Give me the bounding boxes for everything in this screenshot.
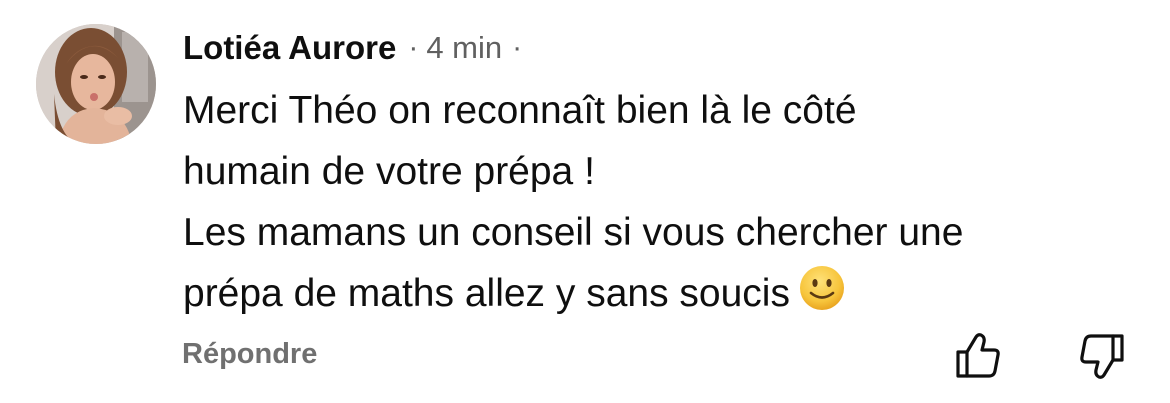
comment-meta: Lotiéa Aurore · 4 min ·: [183, 26, 522, 70]
comment-line-text: prépa de maths allez y sans soucis: [183, 272, 790, 315]
slightly-smiling-face-icon: [798, 264, 846, 330]
meta-separator: ·: [408, 31, 419, 64]
avatar[interactable]: [36, 24, 156, 144]
author-name[interactable]: Lotiéa Aurore: [183, 29, 396, 67]
comment-body: Merci Théo on reconnaît bien là le côté …: [183, 80, 1133, 330]
comment-timestamp: 4 min: [426, 30, 503, 65]
reply-button[interactable]: Répondre: [182, 338, 317, 371]
thumbs-up-icon: [952, 330, 1004, 382]
thumbs-down-icon: [1076, 330, 1128, 382]
comment-card: Lotiéa Aurore · 4 min · Merci Théo on re…: [0, 0, 1170, 403]
meta-separator-trailing: ·: [512, 31, 523, 64]
like-button[interactable]: [952, 330, 1004, 382]
avatar-photo: [36, 24, 156, 144]
comment-line: Merci Théo on reconnaît bien là le côté: [183, 89, 857, 132]
comment-line: humain de votre prépa !: [183, 150, 595, 193]
comment-line-last: prépa de maths allez y sans soucis: [183, 263, 1133, 330]
dislike-button[interactable]: [1076, 330, 1128, 382]
comment-line: Les mamans un conseil si vous chercher u…: [183, 211, 964, 254]
